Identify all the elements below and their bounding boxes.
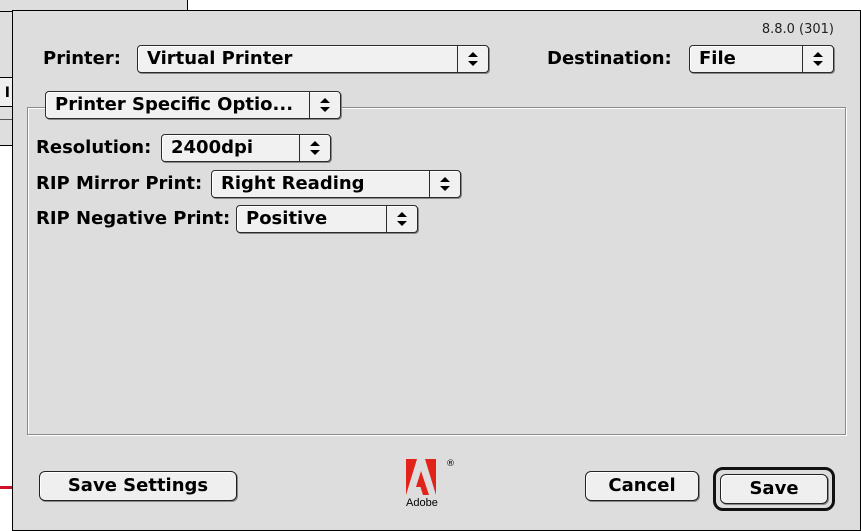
- printer-popup[interactable]: Virtual Printer: [137, 45, 489, 73]
- destination-popup-value: File: [699, 48, 736, 69]
- mirror-print-popup-value: Right Reading: [221, 173, 365, 194]
- negative-print-popup-value: Positive: [246, 208, 328, 229]
- up-down-arrows-icon: [386, 206, 417, 232]
- print-dialog: 8.8.0 (301) Printer: Virtual Printer Des…: [12, 10, 861, 531]
- negative-print-label: RIP Negative Print:: [36, 208, 231, 229]
- destination-label: Destination:: [547, 48, 672, 69]
- section-popup[interactable]: Printer Specific Optio...: [45, 91, 341, 119]
- up-down-arrows-icon: [802, 46, 833, 72]
- negative-print-popup[interactable]: Positive: [236, 205, 418, 233]
- up-down-arrows-icon: [309, 92, 340, 118]
- save-button[interactable]: Save: [720, 474, 828, 504]
- registered-mark: ®: [446, 459, 455, 469]
- adobe-wordmark: Adobe: [406, 497, 438, 509]
- adobe-logo-icon: [406, 459, 436, 495]
- printer-label: Printer:: [43, 48, 121, 69]
- resolution-popup[interactable]: 2400dpi: [161, 134, 331, 162]
- cancel-button[interactable]: Cancel: [585, 471, 699, 501]
- up-down-arrows-icon: [429, 171, 460, 197]
- resolution-popup-value: 2400dpi: [171, 137, 254, 158]
- version-label: 8.8.0 (301): [761, 22, 834, 37]
- printer-popup-value: Virtual Printer: [147, 48, 293, 69]
- section-popup-value: Printer Specific Optio...: [55, 94, 294, 115]
- mirror-print-popup[interactable]: Right Reading: [211, 170, 461, 198]
- adobe-logo: ® Adobe: [406, 459, 456, 515]
- destination-popup[interactable]: File: [689, 45, 834, 73]
- resolution-label: Resolution:: [36, 137, 152, 158]
- mirror-print-label: RIP Mirror Print:: [36, 173, 203, 194]
- up-down-arrows-icon: [457, 46, 488, 72]
- up-down-arrows-icon: [299, 135, 330, 161]
- save-settings-button[interactable]: Save Settings: [39, 471, 237, 501]
